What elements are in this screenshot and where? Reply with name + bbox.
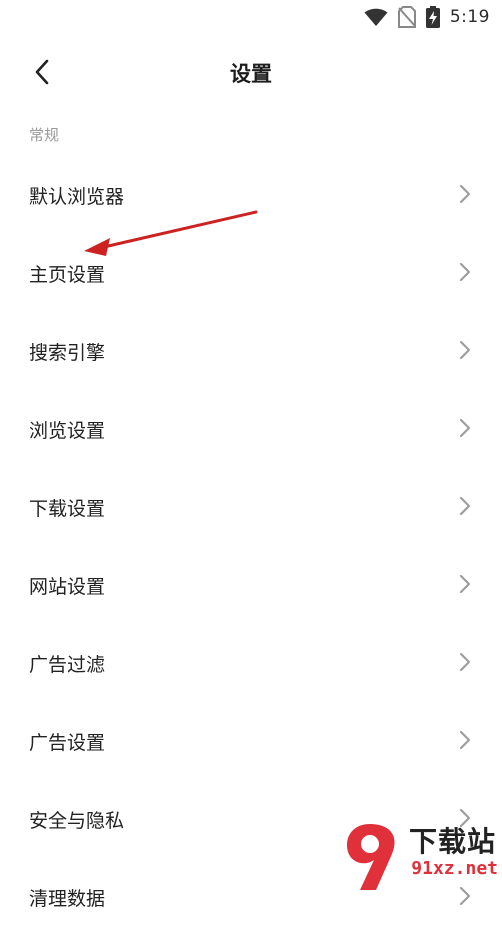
settings-item-label: 广告过滤 (29, 654, 106, 676)
page-title: 设置 (230, 62, 272, 86)
status-time: 5:19 (449, 7, 490, 27)
settings-item-ad-settings[interactable]: 广告设置 (0, 702, 502, 780)
battery-charging-icon (425, 6, 440, 28)
settings-item-label: 安全与隐私 (29, 810, 125, 832)
settings-item-label: 清理数据 (29, 888, 106, 910)
app-bar: 设置 (0, 44, 502, 100)
settings-item-label: 网站设置 (29, 576, 106, 598)
settings-item-label: 下载设置 (29, 498, 106, 520)
status-bar: 5:19 (0, 0, 502, 36)
chevron-right-icon (459, 184, 471, 204)
settings-item-browsing[interactable]: 浏览设置 (0, 390, 502, 468)
chevron-right-icon (459, 574, 471, 594)
chevron-right-icon (459, 496, 471, 516)
settings-item-homepage[interactable]: 主页设置 (0, 234, 502, 312)
no-sim-icon (397, 6, 416, 28)
watermark: 下载站 91xz.net (340, 820, 502, 892)
chevron-right-icon (459, 418, 471, 438)
settings-item-label: 广告设置 (29, 732, 106, 754)
watermark-logo-icon (346, 824, 395, 890)
status-icons: 5:19 (364, 6, 490, 28)
settings-item-site-settings[interactable]: 网站设置 (0, 546, 502, 624)
settings-list: 默认浏览器 主页设置 搜索引擎 浏览设置 下载设置 网站设置 广告过滤 广告设置… (0, 156, 502, 936)
settings-item-label: 搜索引擎 (29, 342, 106, 364)
settings-item-label: 默认浏览器 (29, 186, 125, 208)
chevron-right-icon (459, 262, 471, 282)
chevron-right-icon (459, 652, 471, 672)
wifi-icon (364, 8, 388, 26)
settings-item-download[interactable]: 下载设置 (0, 468, 502, 546)
settings-item-ad-filter[interactable]: 广告过滤 (0, 624, 502, 702)
settings-item-default-browser[interactable]: 默认浏览器 (0, 156, 502, 234)
chevron-right-icon (459, 340, 471, 360)
section-header: 常规 (29, 126, 60, 144)
settings-item-search-engine[interactable]: 搜索引擎 (0, 312, 502, 390)
watermark-domain: 91xz.net (411, 858, 498, 879)
settings-item-label: 浏览设置 (29, 420, 106, 442)
settings-item-label: 主页设置 (29, 264, 106, 286)
chevron-right-icon (459, 730, 471, 750)
watermark-brand: 下载站 (408, 825, 496, 858)
